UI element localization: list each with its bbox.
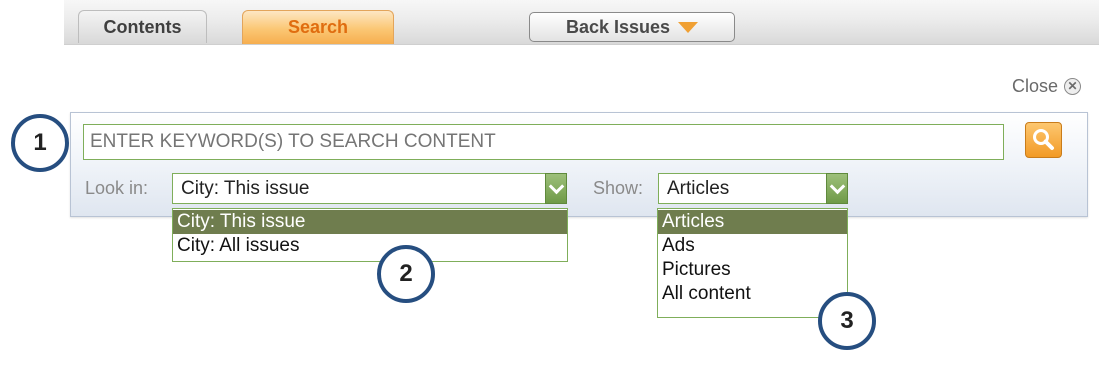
callout-badge-3: 3 <box>818 292 876 350</box>
chevron-down-icon[interactable] <box>826 173 848 204</box>
tab-bar: Contents Search Back Issues <box>64 0 1099 45</box>
back-issues-button[interactable]: Back Issues <box>529 12 735 42</box>
tab-contents[interactable]: Contents <box>78 10 207 43</box>
callout-badge-1: 1 <box>11 114 69 172</box>
look-in-option[interactable]: City: All issues <box>173 234 567 258</box>
look-in-value: City: This issue <box>181 178 310 199</box>
tab-contents-label: Contents <box>103 16 182 37</box>
show-option[interactable]: Pictures <box>658 258 847 282</box>
triangle-down-icon <box>678 21 699 33</box>
callout-badge-2: 2 <box>377 245 435 303</box>
search-submit-button[interactable] <box>1025 122 1062 158</box>
tab-search-label: Search <box>287 17 349 37</box>
tab-search[interactable]: Search <box>242 10 394 44</box>
callout-number: 1 <box>33 129 47 156</box>
show-label: Show: <box>593 178 644 198</box>
look-in-option[interactable]: City: This issue <box>173 210 567 234</box>
look-in-select[interactable]: City: This issue <box>172 173 567 204</box>
close-button[interactable]: Close ✕ <box>1012 76 1081 97</box>
callout-number: 3 <box>840 307 854 334</box>
look-in-dropdown: City: This issue City: All issues <box>172 208 568 262</box>
callout-number: 2 <box>399 260 413 287</box>
close-label: Close <box>1011 76 1058 96</box>
show-select[interactable]: Articles <box>658 173 848 204</box>
close-circle-icon: ✕ <box>1064 78 1081 95</box>
show-dropdown: Articles Ads Pictures All content <box>657 208 848 318</box>
keyword-search-input[interactable] <box>83 124 1004 160</box>
magnifier-icon <box>1033 129 1054 150</box>
chevron-down-icon[interactable] <box>545 173 567 204</box>
show-option[interactable]: Articles <box>658 210 847 234</box>
back-issues-label: Back Issues <box>565 16 671 37</box>
show-value: Articles <box>667 178 730 199</box>
show-option[interactable]: Ads <box>658 234 847 258</box>
look-in-label: Look in: <box>85 178 149 198</box>
show-option[interactable]: All content <box>658 282 847 306</box>
